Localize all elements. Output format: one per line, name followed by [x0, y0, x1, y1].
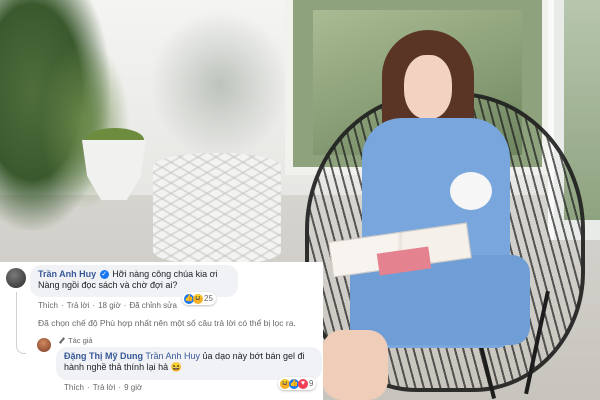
- reaction-summary[interactable]: 👍 😆 25: [182, 292, 216, 305]
- verified-badge-icon: ✓: [99, 270, 109, 280]
- plant-twigs: [150, 10, 290, 160]
- filter-notice: Đã chọn chế độ Phù hợp nhất nên một số c…: [38, 318, 296, 328]
- author-badge-label: Tác giả: [68, 336, 93, 345]
- comment-timestamp[interactable]: 18 giờ: [98, 301, 121, 310]
- comment-text-line: ủa dạo này bớt bán gel đi: [200, 351, 305, 361]
- author-badge: Tác giả: [58, 336, 93, 345]
- reaction-count: 9: [309, 379, 314, 388]
- pen-icon: [58, 337, 66, 345]
- mention-link[interactable]: Trần Anh Huy: [145, 351, 200, 361]
- like-button[interactable]: Thích: [64, 383, 84, 392]
- dress-flower-brooch: [450, 172, 492, 210]
- comment-text-line: Hỡi nàng công chúa kia ơi: [112, 269, 218, 279]
- comment-timestamp[interactable]: 9 giờ: [124, 383, 142, 392]
- comment-actions: Thích · Trả lời · 18 giờ · Đã chỉnh sửa: [38, 301, 177, 310]
- comment-actions: Thích · Trả lời · 9 giờ: [64, 383, 143, 392]
- comment-bubble: Đặng Thị Mỹ Dung Trần Anh Huy ủa dạo này…: [56, 347, 322, 380]
- reply-button[interactable]: Trả lời: [93, 383, 116, 392]
- edited-label[interactable]: Đã chỉnh sửa: [129, 301, 177, 310]
- large-planter: [153, 153, 281, 265]
- comment-thread: Trần Anh Huy ✓ Hỡi nàng công chúa kia ơi…: [0, 262, 323, 400]
- comment-author-name[interactable]: Trần Anh Huy: [38, 269, 96, 279]
- avatar[interactable]: [37, 338, 51, 352]
- woman-legs: [322, 330, 388, 400]
- comment-author-name[interactable]: Đặng Thị Mỹ Dung: [64, 351, 143, 361]
- comment-text-line: Nàng ngồi đọc sách và chờ đợi ai?: [38, 280, 178, 290]
- love-icon: ♥: [298, 378, 308, 389]
- comment-text-line: hành nghề thả thính lại hả 😆: [64, 362, 182, 372]
- haha-icon: 😆: [193, 293, 203, 304]
- avatar[interactable]: [6, 268, 26, 288]
- reaction-count: 25: [204, 294, 213, 303]
- woman-face: [404, 55, 452, 119]
- reply-button[interactable]: Trả lời: [67, 301, 90, 310]
- like-button[interactable]: Thích: [38, 301, 58, 310]
- thread-connector: [16, 292, 26, 354]
- reaction-summary[interactable]: 😆 👍 ♥ 9: [278, 377, 317, 390]
